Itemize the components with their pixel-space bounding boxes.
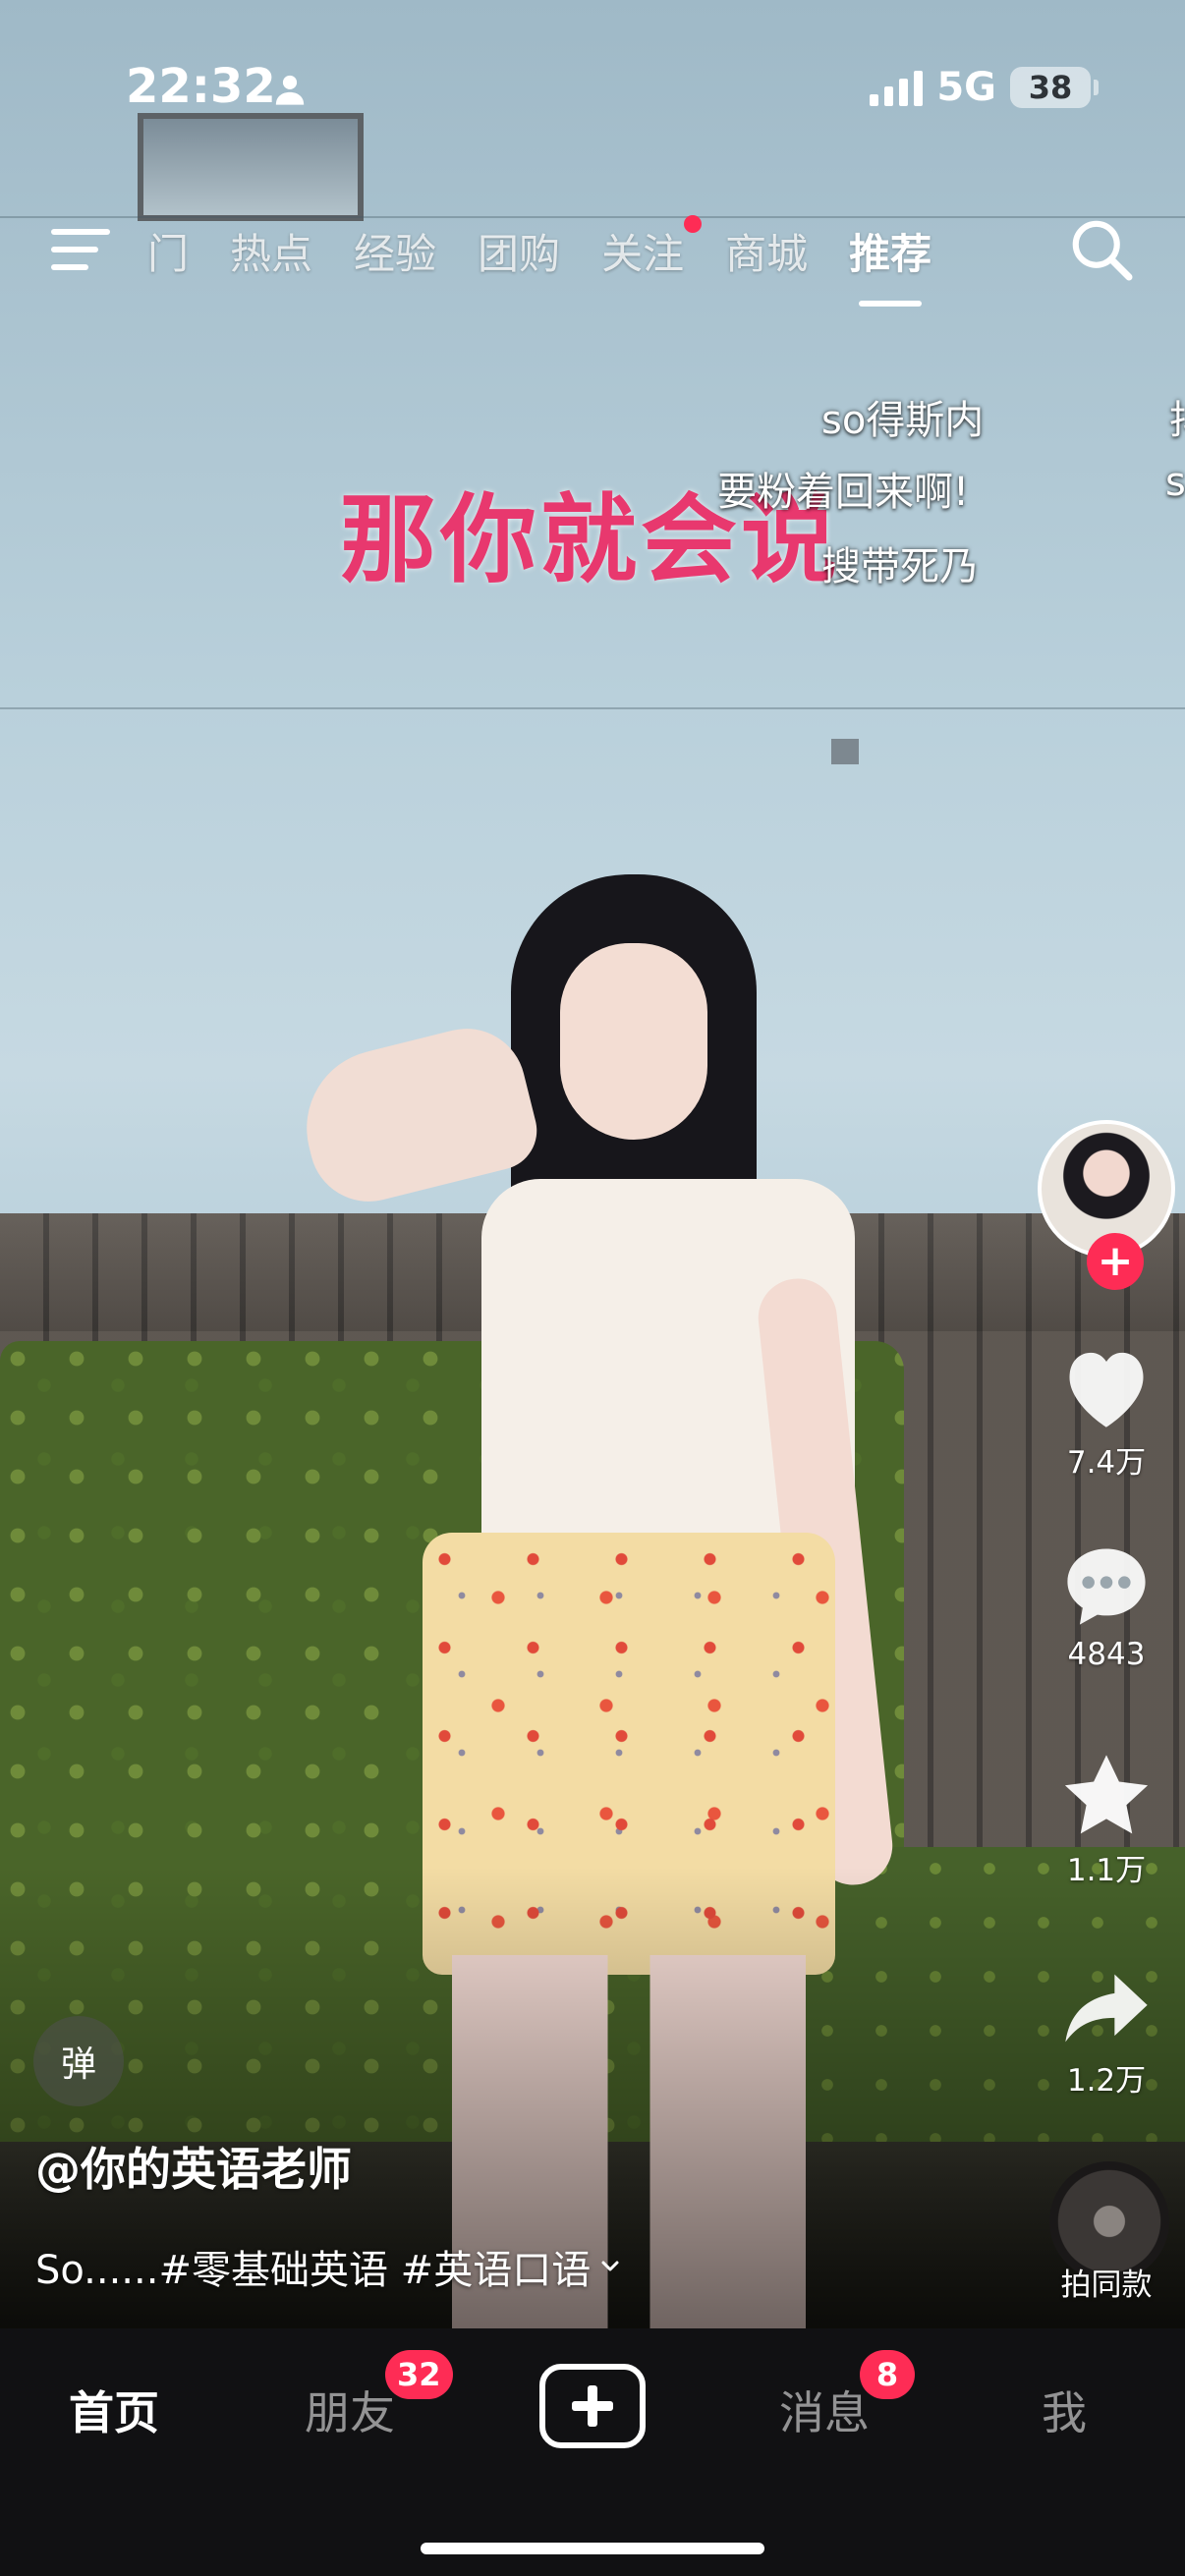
status-bar: 22:32 5G 38 [0, 59, 1185, 128]
danmaku-comment: 搜带死乃 [821, 544, 979, 589]
comment-button[interactable]: 4843 [1028, 1540, 1185, 1672]
tab-hot[interactable]: 热点 [230, 221, 312, 281]
comment-icon [1067, 1548, 1146, 1625]
search-icon[interactable] [1067, 215, 1136, 284]
bottom-navigation: 首页 朋友 32 消息 8 我 [0, 2328, 1185, 2576]
tab-experience[interactable]: 经验 [354, 221, 436, 281]
tab-mall[interactable]: 商城 [725, 221, 808, 281]
network-type: 5G [936, 65, 996, 110]
tab-partial[interactable]: 门 [147, 221, 189, 281]
share-icon [1065, 1974, 1148, 2043]
danmaku-toggle-button[interactable]: 弹 [33, 2016, 124, 2106]
background-window [138, 113, 364, 221]
favorite-count: 1.1万 [1066, 1853, 1147, 1888]
person-arm [290, 1016, 545, 1214]
battery-icon: 38 [1010, 67, 1099, 108]
comment-count: 4843 [1067, 1637, 1146, 1672]
home-indicator [421, 2543, 764, 2554]
tab-following[interactable]: 关注 [601, 215, 703, 281]
like-button[interactable]: 7.4万 [1028, 1341, 1185, 1482]
nav-me[interactable]: 我 [1042, 2378, 1087, 2442]
danmaku-comment: 抖 [1169, 388, 1185, 445]
description-text: So......#零基础英语 #英语口语 [35, 2248, 592, 2293]
person-icon [275, 75, 305, 105]
danmaku-comment: 要粉着回来啊! [717, 470, 970, 515]
tab-recommend[interactable]: 推荐 [849, 221, 931, 307]
danmaku-comment: so得斯内 [821, 398, 985, 443]
video-player[interactable]: 那你就会说 so得斯内 要粉着回来啊! 搜带死乃 抖 s [0, 0, 1185, 2328]
nav-messages-label: 消息 [779, 2386, 870, 2439]
tab-group-buy[interactable]: 团购 [478, 221, 560, 281]
nav-friends[interactable]: 朋友 32 [305, 2350, 453, 2442]
signal-icon [870, 69, 924, 106]
wall-line [0, 707, 1185, 709]
star-icon [1064, 1755, 1149, 1834]
wall-vent [831, 739, 859, 764]
nav-friends-label: 朋友 [305, 2386, 395, 2439]
favorite-button[interactable]: 1.1万 [1028, 1749, 1185, 1889]
messages-badge: 8 [860, 2350, 915, 2399]
create-button[interactable] [539, 2364, 646, 2448]
heart-icon [1069, 1352, 1144, 1428]
video-description[interactable]: So......#零基础英语 #英语口语 [35, 2238, 620, 2295]
danmaku-toggle-label: 弹 [60, 2044, 96, 2085]
danmaku-comment: s [1165, 460, 1185, 505]
author-avatar-wrapper[interactable]: + [1038, 1120, 1175, 1290]
top-navigation: 门 热点 经验 团购 关注 商城 推荐 [0, 211, 1185, 319]
status-time: 22:32 [126, 59, 276, 114]
follow-button[interactable]: + [1087, 1233, 1144, 1290]
share-count: 1.2万 [1066, 2063, 1147, 2099]
nav-messages[interactable]: 消息 8 [779, 2350, 915, 2442]
battery-level: 38 [1028, 69, 1073, 106]
notification-dot [684, 215, 703, 233]
share-button[interactable]: 1.2万 [1028, 1965, 1185, 2100]
like-count: 7.4万 [1066, 1445, 1147, 1481]
same-style-label[interactable]: 拍同款 [1028, 2260, 1185, 2304]
person-face [560, 943, 707, 1140]
nav-home[interactable]: 首页 [69, 2378, 159, 2442]
menu-icon[interactable] [51, 225, 110, 274]
status-right: 5G 38 [870, 65, 1099, 110]
tab-bar: 门 热点 经验 团购 关注 商城 推荐 [147, 215, 973, 307]
chevron-down-icon[interactable] [600, 2257, 620, 2276]
author-name[interactable]: @你的英语老师 [35, 2134, 352, 2199]
plus-icon [572, 2401, 613, 2411]
friends-badge: 32 [385, 2350, 453, 2399]
